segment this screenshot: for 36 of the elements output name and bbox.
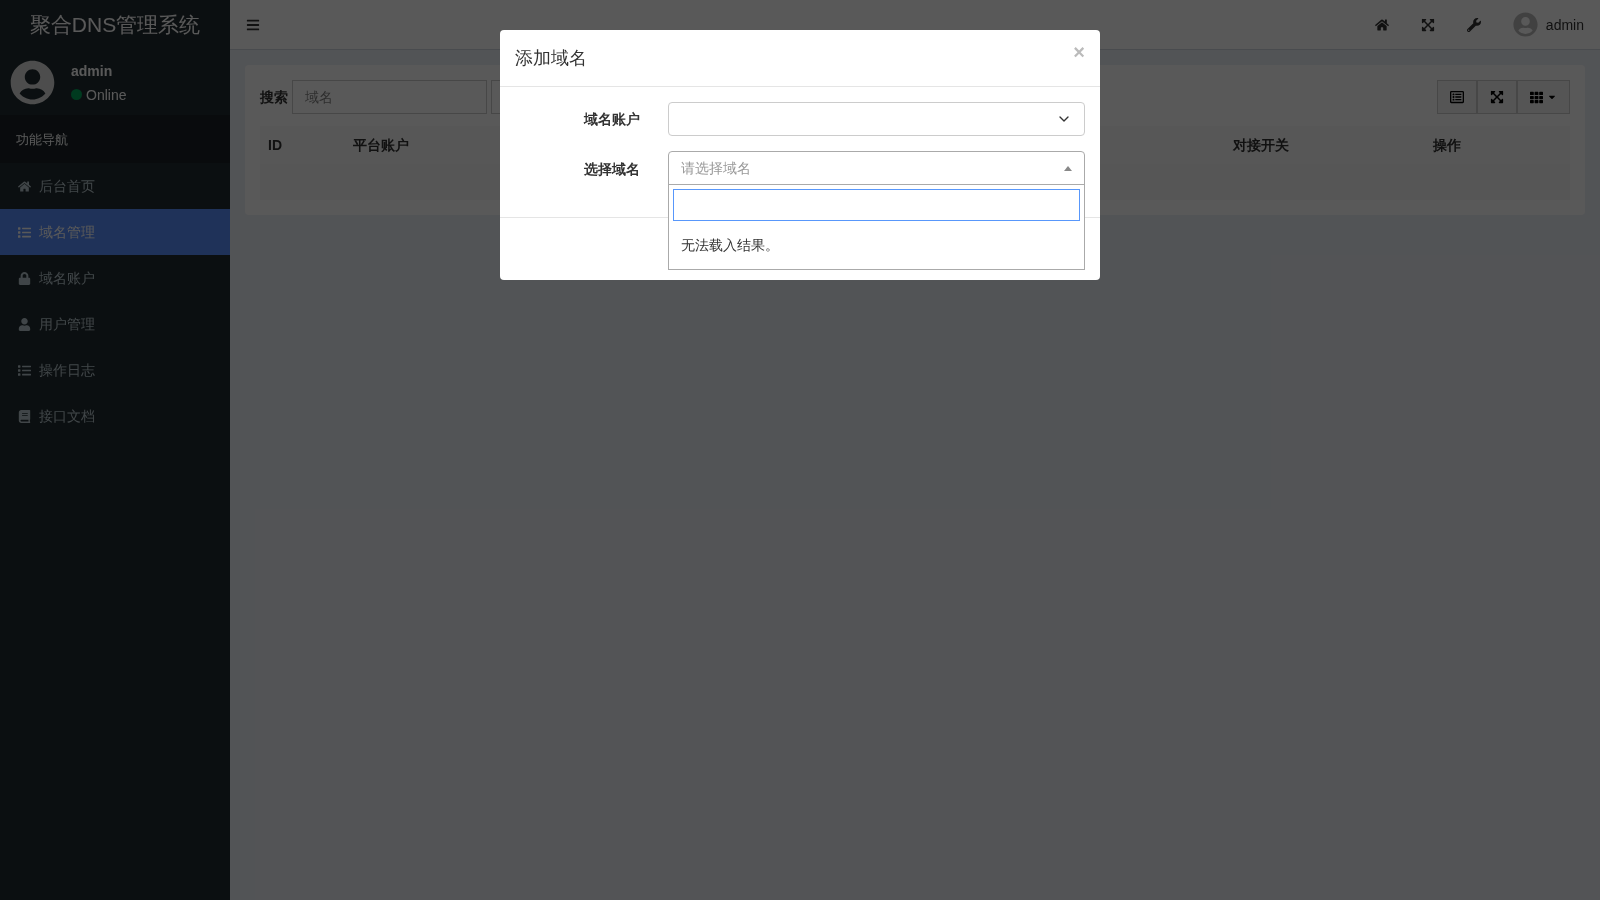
columns-button[interactable] [1517, 80, 1570, 114]
field-label: 域名账户 [582, 110, 640, 129]
field-label: 选择域名 [583, 160, 640, 179]
grid-icon [1530, 90, 1543, 104]
caret-up-icon [1064, 165, 1072, 171]
list-view-button[interactable] [1437, 80, 1477, 114]
list-icon [18, 225, 31, 239]
column-header: ID [267, 136, 283, 155]
avatar-icon [1512, 12, 1538, 37]
lock-icon [18, 271, 31, 285]
list-icon [18, 363, 31, 377]
user-menu[interactable]: admin [1545, 14, 1584, 35]
menu-icon[interactable] [246, 17, 260, 32]
close-button[interactable]: × [1073, 38, 1085, 66]
brand-title: 聚合DNS管理系统 [29, 12, 201, 39]
user-name: admin [71, 61, 114, 81]
nav-header: 功能导航 [16, 132, 68, 147]
search-field[interactable] [673, 189, 1080, 221]
no-results-message: 无法载入结果。 [681, 237, 779, 253]
list-icon [1450, 90, 1464, 104]
status-text: Online [86, 85, 127, 105]
select-field[interactable] [668, 102, 1085, 136]
user-icon [18, 317, 31, 331]
fullscreen-icon [1490, 90, 1504, 104]
fullscreen-icon[interactable] [1420, 17, 1435, 32]
search-label: 搜索 [260, 88, 288, 107]
wrench-icon[interactable] [1466, 17, 1481, 32]
home-icon [18, 179, 31, 193]
modal-title: 添加域名 [515, 47, 587, 70]
avatar-icon [10, 60, 55, 105]
column-header: 平台账户 [352, 136, 410, 155]
home-icon[interactable] [1374, 17, 1389, 32]
column-header: 操作 [1432, 136, 1462, 155]
book-icon [18, 409, 31, 423]
column-header: 对接开关 [1232, 136, 1290, 155]
fullscreen-button[interactable] [1477, 80, 1517, 114]
